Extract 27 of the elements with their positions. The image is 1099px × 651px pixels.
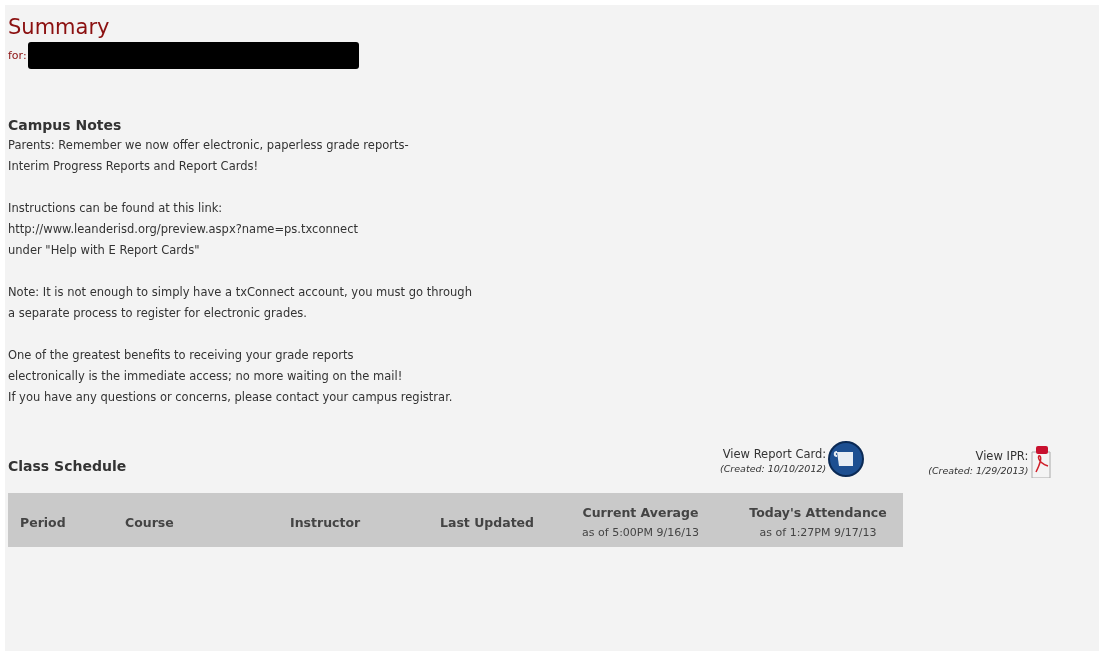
column-subtitle: as of 5:00PM 9/16/13: [581, 526, 700, 539]
column-subtitle: as of 1:27PM 9/17/13: [758, 526, 878, 539]
note-text: http://www.leanderisd.org/preview.aspx?name=ps.txconnect: [8, 221, 358, 238]
note-text: under "Help with E Report Cards": [8, 242, 200, 259]
column-header: Period: [20, 514, 66, 530]
section-heading: Campus Notes: [8, 116, 122, 135]
scroll-icon[interactable]: [828, 440, 865, 478]
note-text: Parents: Remember we now offer electronic, paperless grade reports-: [8, 137, 409, 154]
note-text: electronically is the immediate access; no more waiting on the mail!: [8, 368, 403, 385]
report-link[interactable]: View IPR:: [975, 446, 1029, 465]
column-header: Instructor: [290, 514, 361, 530]
note-text: a separate process to register for electronic grades.: [8, 305, 307, 322]
created-date: (Created: 1/29/2013): [928, 464, 1029, 476]
note-text: Note: It is not enough to simply have a txConnect account, you must go through: [8, 284, 472, 301]
report-link[interactable]: View Report Card:: [722, 444, 827, 463]
created-date: (Created: 10/10/2012): [720, 462, 827, 474]
column-header: Last Updated: [440, 514, 535, 530]
note-text: One of the greatest benefits to receiving your grade reports: [8, 347, 354, 364]
note-text: Instructions can be found at this link:: [8, 200, 223, 217]
column-header: Today's Attendance: [748, 505, 888, 520]
column-header: Current Average: [581, 505, 700, 520]
note-text: Interim Progress Reports and Report Cards!: [8, 158, 259, 175]
page-title: Summary: [8, 14, 110, 41]
section-heading: Class Schedule: [8, 458, 128, 474]
for-label: for:: [8, 49, 27, 62]
column-header: Course: [125, 514, 174, 530]
note-text: If you have any questions or concerns, please contact your campus registrar.: [8, 389, 453, 406]
